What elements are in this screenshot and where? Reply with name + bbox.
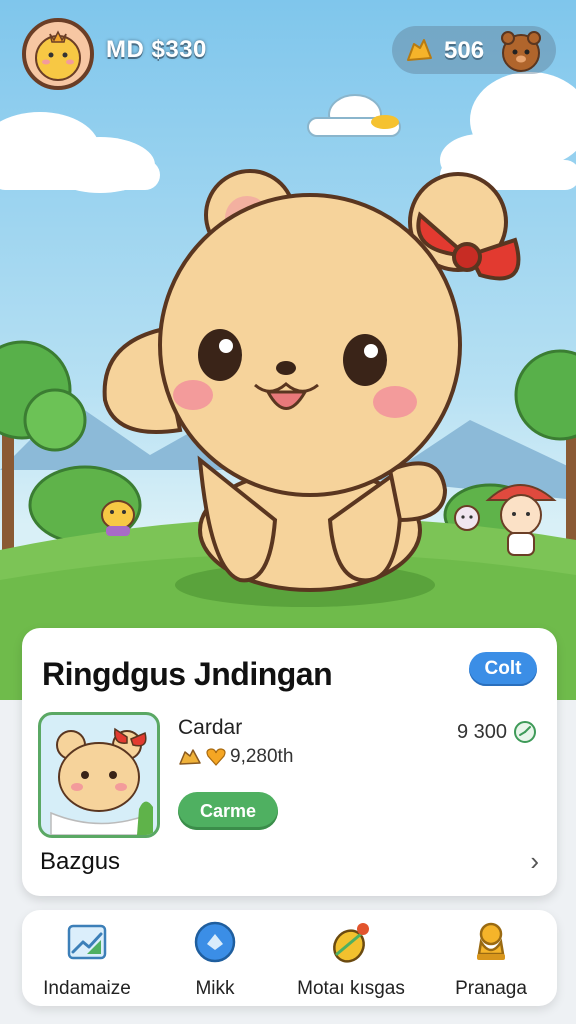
nav-label-2: Motaı kısgas — [297, 978, 405, 999]
resource-count: 506 — [444, 37, 485, 64]
item-name: Cardar — [178, 716, 243, 739]
item-stats: 9,280th — [178, 746, 293, 768]
nav-label-1: Mikk — [195, 978, 235, 999]
nav-item-3[interactable]: Pranaga — [426, 920, 556, 1004]
nav-item-1[interactable]: Mikk — [150, 920, 280, 1004]
seed-leaf-icon — [333, 923, 369, 963]
small-chick-character — [101, 500, 135, 536]
cloud-left — [0, 112, 160, 193]
action-button[interactable]: Carme — [178, 792, 278, 830]
nav-label-3: Pranaga — [455, 978, 527, 999]
blue-orb-icon — [194, 921, 236, 963]
nav-item-2[interactable]: Motaı kısgas — [286, 920, 416, 1004]
brown-pet-icon — [501, 31, 541, 72]
card-footer-label: Bazgus — [40, 848, 121, 875]
chick-avatar-icon — [35, 30, 81, 81]
gold-nugget-icon — [407, 39, 432, 61]
character-info-card: Ringdgus Jndingan Colt Cardar 9,280th 9 … — [22, 628, 557, 896]
bear-thumbnail-icon — [50, 727, 153, 835]
chevron-right-icon[interactable]: › — [530, 846, 539, 877]
chart-icon — [67, 924, 107, 960]
collect-badge-button[interactable]: Colt — [469, 652, 537, 686]
heart-icon — [206, 748, 226, 766]
small-sheep-character — [454, 505, 480, 531]
money-display: MD $330 — [106, 36, 207, 63]
game-scene: MD $330 506 — [0, 0, 576, 700]
nav-label-0: Indamaize — [43, 978, 131, 999]
item-price: 9 300 — [457, 720, 537, 744]
cloud-small — [307, 94, 401, 137]
bottom-navigation: Indamaize Mikk Motaı kısgas Pranaga — [22, 910, 557, 1006]
player-avatar[interactable] — [22, 18, 94, 90]
character-thumbnail[interactable] — [38, 712, 160, 838]
nav-item-0[interactable]: Indamaize — [22, 920, 152, 1004]
timer-icon — [514, 721, 536, 743]
nugget-icon — [179, 749, 201, 765]
item-price-value: 9 300 — [456, 720, 507, 743]
scene-background — [0, 72, 576, 700]
card-title: Ringdgus Jndingan — [42, 656, 333, 692]
item-stats-value: 9,280th — [230, 746, 294, 767]
trophy-icon — [477, 922, 505, 960]
